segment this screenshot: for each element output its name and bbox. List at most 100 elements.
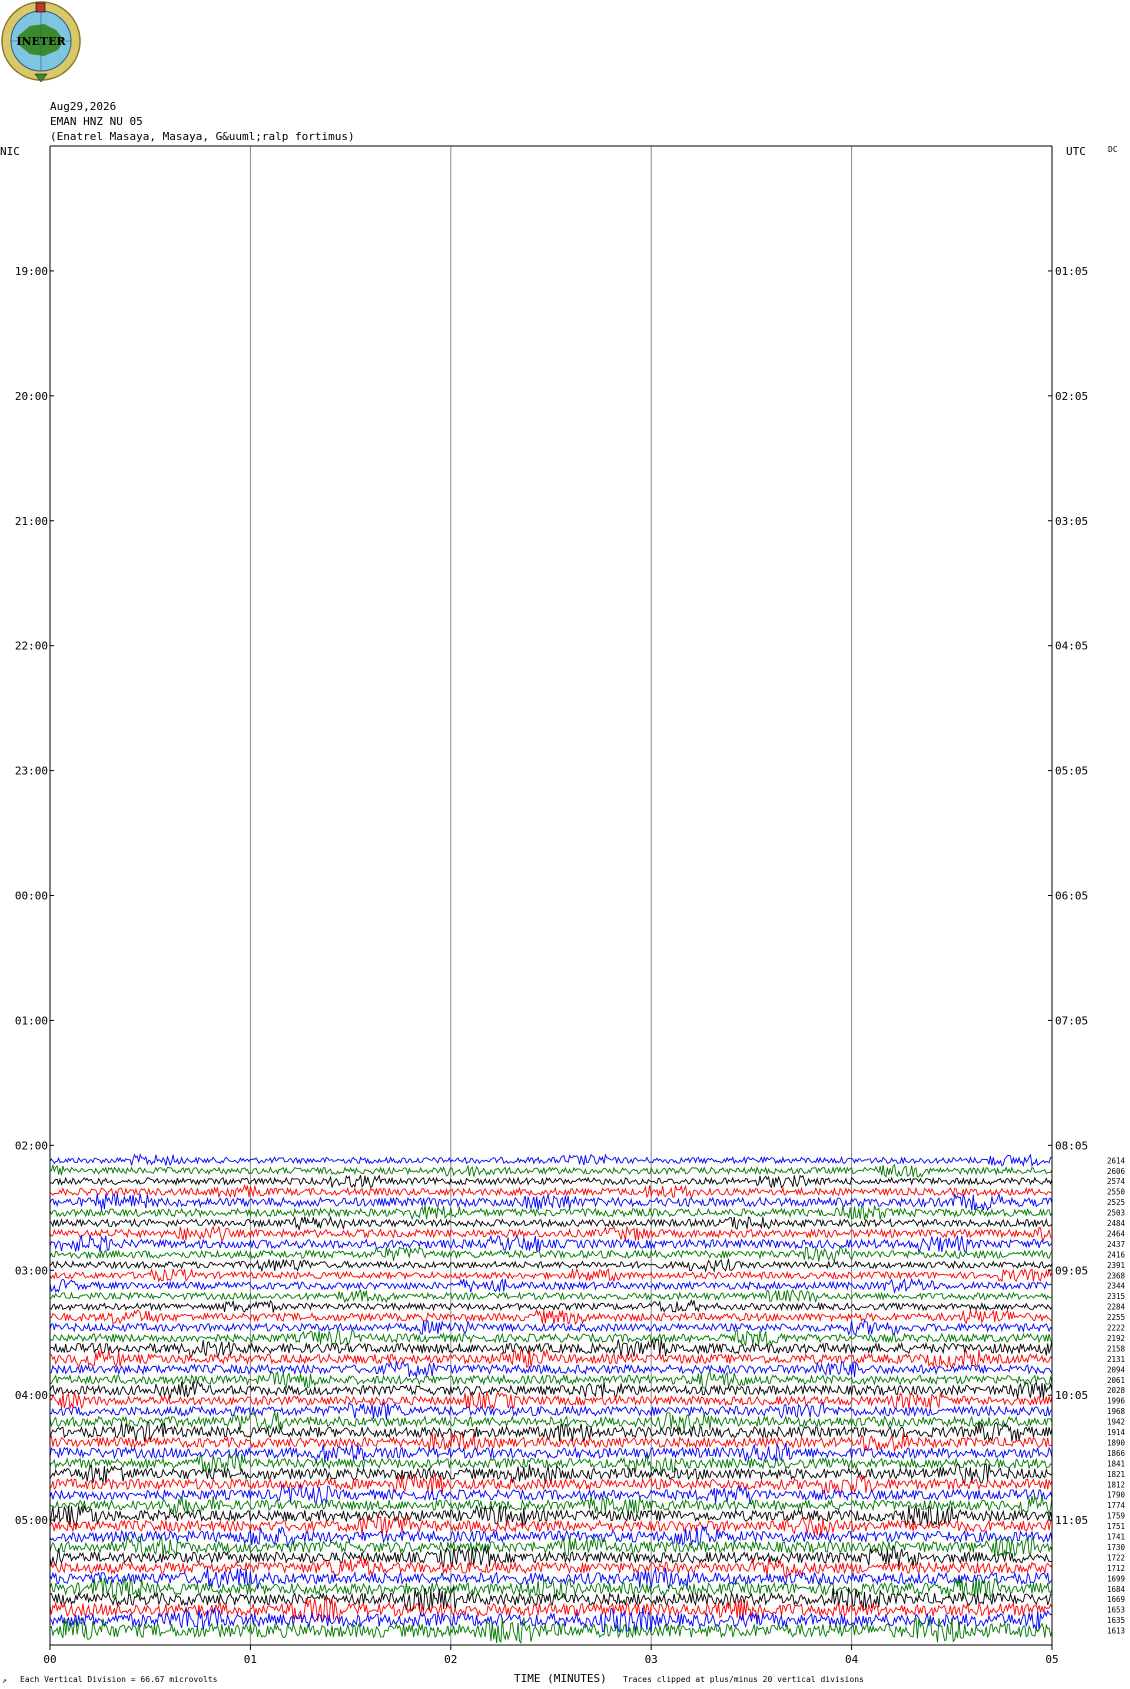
left-hour-label: 20:00 xyxy=(15,390,48,403)
trace-count-label: 1730 xyxy=(1107,1543,1126,1552)
x-tick-label: 03 xyxy=(645,1653,658,1666)
left-hour-label: 19:00 xyxy=(15,265,48,278)
trace-count-label: 1712 xyxy=(1107,1564,1125,1573)
right-hour-label: 11:05 xyxy=(1055,1514,1088,1527)
left-hour-label: 00:00 xyxy=(15,890,48,903)
right-hour-label: 03:05 xyxy=(1055,515,1088,528)
trace-count-label: 2484 xyxy=(1107,1219,1126,1228)
trace-count-label: 2503 xyxy=(1107,1209,1125,1218)
trace-count-label: 2028 xyxy=(1107,1386,1126,1395)
trace-count-label: 1914 xyxy=(1107,1428,1126,1437)
x-tick-label: 04 xyxy=(845,1653,859,1666)
right-hour-label: 02:05 xyxy=(1055,390,1088,403)
trace-count-label: 1613 xyxy=(1107,1627,1125,1636)
seismic-trace xyxy=(49,1338,1053,1359)
seismic-trace xyxy=(49,1484,1053,1505)
right-hour-label: 08:05 xyxy=(1055,1139,1088,1152)
seismic-trace xyxy=(49,1163,1053,1178)
right-hour-label: 10:05 xyxy=(1055,1389,1088,1402)
trace-count-label: 2284 xyxy=(1107,1303,1126,1312)
right-hour-label: 06:05 xyxy=(1055,890,1088,903)
trace-count-label: 2525 xyxy=(1107,1198,1125,1207)
trace-count-label: 1741 xyxy=(1107,1533,1125,1542)
right-hour-label: 04:05 xyxy=(1055,640,1088,653)
trace-count-label: 1866 xyxy=(1107,1449,1126,1458)
trace-count-label: 1968 xyxy=(1107,1407,1126,1416)
left-hour-label: 21:00 xyxy=(15,515,48,528)
seismic-trace xyxy=(49,1535,1053,1558)
right-hour-label: 09:05 xyxy=(1055,1264,1088,1277)
helicorder-plot: 2614 26062574 25502525 250324842464 24372416… xyxy=(15,145,1126,1666)
seismic-trace xyxy=(49,1153,1053,1168)
left-hour-label: 05:00 xyxy=(15,1514,48,1527)
trace-count-label: 1841 xyxy=(1107,1459,1125,1468)
right-hour-label: 05:05 xyxy=(1055,765,1088,778)
left-hour-label: 03:00 xyxy=(15,1264,48,1277)
x-tick-label: 02 xyxy=(444,1653,457,1666)
trace-count-label: 1890 xyxy=(1107,1438,1126,1447)
seismic-trace xyxy=(50,1308,1053,1326)
seismic-trace xyxy=(49,1267,1053,1283)
trace-count-label: 1722 xyxy=(1107,1553,1125,1562)
trace-count-label: 2464 xyxy=(1107,1229,1126,1238)
trace-count-label: 1751 xyxy=(1107,1522,1125,1531)
trace-count-label: 1653 xyxy=(1107,1606,1125,1615)
trace-count-label: 1684 xyxy=(1107,1585,1126,1594)
trace-count-label: 1699 xyxy=(1107,1574,1125,1583)
trace-count-label: 2222 xyxy=(1107,1324,1125,1333)
trace-count-label: 2255 xyxy=(1107,1313,1125,1322)
trace-count-label: 2192 xyxy=(1107,1334,1125,1343)
left-hour-label: 01:00 xyxy=(15,1014,48,1027)
seismic-trace xyxy=(49,1298,1053,1313)
trace-count-label: 2131 xyxy=(1107,1355,1125,1364)
trace-count-label: 2368 xyxy=(1107,1271,1126,1280)
seismic-trace xyxy=(49,1215,1053,1232)
corner-mark: ↗ xyxy=(2,1676,7,1685)
trace-count-label: 2437 xyxy=(1107,1240,1125,1249)
seismic-trace xyxy=(49,1193,1053,1212)
x-tick-label: 01 xyxy=(244,1653,257,1666)
x-axis-label: TIME (MINUTES) xyxy=(514,1672,607,1685)
scale-note: Each Vertical Division = 66.67 microvolt… xyxy=(20,1675,218,1684)
trace-count-label: 1812 xyxy=(1107,1480,1125,1489)
trace-count-label: 2094 xyxy=(1107,1365,1126,1374)
trace-count-label: 2344 xyxy=(1107,1282,1126,1291)
trace-count-label: 2391 xyxy=(1107,1261,1125,1270)
left-hour-label: 22:00 xyxy=(15,640,48,653)
trace-count-label: 1669 xyxy=(1107,1595,1125,1604)
seismic-trace xyxy=(49,1245,1053,1263)
trace-count-label: 1774 xyxy=(1107,1501,1126,1510)
seismic-trace xyxy=(49,1391,1053,1411)
trace-count-label: 2061 xyxy=(1107,1376,1125,1385)
seismic-trace xyxy=(49,1277,1053,1294)
seismic-trace xyxy=(49,1319,1053,1337)
right-hour-label: 07:05 xyxy=(1055,1014,1088,1027)
left-hour-label: 23:00 xyxy=(15,765,48,778)
seismic-trace xyxy=(49,1258,1053,1273)
x-tick-label: 05 xyxy=(1045,1653,1058,1666)
trace-count-label: 1996 xyxy=(1107,1397,1126,1406)
seismic-trace xyxy=(49,1183,1053,1200)
seismic-trace xyxy=(49,1174,1053,1189)
left-hour-label: 04:00 xyxy=(15,1389,48,1402)
trace-count-label: 2606 xyxy=(1107,1167,1126,1176)
trace-count-label: 2614 xyxy=(1107,1156,1126,1165)
trace-count-label: 2574 xyxy=(1107,1177,1126,1186)
left-hour-label: 02:00 xyxy=(15,1139,48,1152)
seismic-trace xyxy=(49,1432,1053,1453)
seismic-trace xyxy=(49,1225,1053,1242)
seismic-trace xyxy=(49,1288,1053,1304)
trace-count-label: 1759 xyxy=(1107,1512,1125,1521)
x-tick-label: 00 xyxy=(43,1653,56,1666)
trace-count-label: 1942 xyxy=(1107,1418,1125,1427)
trace-count-label: 2315 xyxy=(1107,1292,1125,1301)
trace-count-label: 1821 xyxy=(1107,1470,1125,1479)
seismic-trace xyxy=(49,1360,1053,1378)
seismic-trace xyxy=(49,1616,1053,1644)
trace-count-label: 1790 xyxy=(1107,1491,1126,1500)
trace-count-label: 2158 xyxy=(1107,1344,1126,1353)
right-hour-label: 01:05 xyxy=(1055,265,1088,278)
trace-count-label: 2416 xyxy=(1107,1250,1126,1259)
trace-count-label: 2550 xyxy=(1107,1188,1126,1197)
trace-count-label: 1635 xyxy=(1107,1616,1125,1625)
